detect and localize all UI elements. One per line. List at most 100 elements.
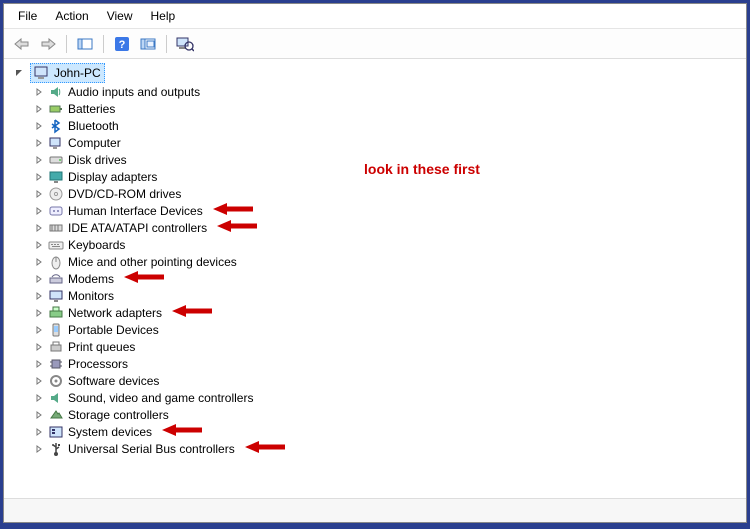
expander-icon[interactable] xyxy=(34,359,44,369)
expander-icon[interactable] xyxy=(34,172,44,182)
computer-icon xyxy=(34,65,50,81)
tree-row[interactable]: System devices xyxy=(34,423,736,440)
category-label: Disk drives xyxy=(68,153,127,167)
show-hidden-button[interactable] xyxy=(73,33,97,55)
tree-row[interactable]: Batteries xyxy=(34,100,736,117)
audio-icon xyxy=(48,84,64,100)
status-bar xyxy=(4,498,746,522)
toolbar-separator xyxy=(166,35,167,53)
tree-row[interactable]: Processors xyxy=(34,355,736,372)
category-label: System devices xyxy=(68,425,152,439)
back-button[interactable] xyxy=(10,33,34,55)
expander-icon[interactable] xyxy=(34,393,44,403)
tree-row[interactable]: Modems xyxy=(34,270,736,287)
annotation-arrow-icon xyxy=(160,422,204,441)
annotation-arrow-icon xyxy=(215,218,259,237)
expander-icon[interactable] xyxy=(34,104,44,114)
menu-action[interactable]: Action xyxy=(47,7,96,25)
category-label: Processors xyxy=(68,357,128,371)
expander-icon[interactable] xyxy=(34,257,44,267)
display-icon xyxy=(48,169,64,185)
tree-row[interactable]: Disk drives xyxy=(34,151,736,168)
mouse-icon xyxy=(48,254,64,270)
help-icon: ? xyxy=(114,36,130,52)
tree-row[interactable]: Display adapters xyxy=(34,168,736,185)
network-icon xyxy=(48,305,64,321)
computer-scan-icon xyxy=(176,36,194,52)
system-icon xyxy=(48,424,64,440)
category-label: Sound, video and game controllers xyxy=(68,391,253,405)
menu-help[interactable]: Help xyxy=(143,7,184,25)
tree-row[interactable]: Print queues xyxy=(34,338,736,355)
panel-icon xyxy=(77,37,93,51)
tree-row[interactable]: Sound, video and game controllers xyxy=(34,389,736,406)
category-label: Mice and other pointing devices xyxy=(68,255,237,269)
svg-text:?: ? xyxy=(119,39,126,51)
tree-row[interactable]: IDE ATA/ATAPI controllers xyxy=(34,219,736,236)
category-label: Universal Serial Bus controllers xyxy=(68,442,235,456)
tree-row[interactable]: Human Interface Devices xyxy=(34,202,736,219)
expander-icon[interactable] xyxy=(14,68,24,78)
expander-icon[interactable] xyxy=(34,206,44,216)
expander-icon[interactable] xyxy=(34,325,44,335)
keyboard-icon xyxy=(48,237,64,253)
expander-icon[interactable] xyxy=(34,223,44,233)
forward-button[interactable] xyxy=(36,33,60,55)
forward-arrow-icon xyxy=(40,37,56,51)
tree-row[interactable]: Monitors xyxy=(34,287,736,304)
menubar: File Action View Help xyxy=(4,4,746,29)
expander-icon[interactable] xyxy=(34,427,44,437)
scan-icon xyxy=(140,37,156,51)
category-label: Print queues xyxy=(68,340,135,354)
tree-row[interactable]: Network adapters xyxy=(34,304,736,321)
toolbar-separator xyxy=(66,35,67,53)
tree-row[interactable]: Storage controllers xyxy=(34,406,736,423)
expander-icon[interactable] xyxy=(34,155,44,165)
expander-icon[interactable] xyxy=(34,342,44,352)
expander-icon[interactable] xyxy=(34,121,44,131)
expander-icon[interactable] xyxy=(34,274,44,284)
monitor-icon xyxy=(48,288,64,304)
tree-row[interactable]: Mice and other pointing devices xyxy=(34,253,736,270)
category-label: Software devices xyxy=(68,374,159,388)
portable-icon xyxy=(48,322,64,338)
expander-icon[interactable] xyxy=(34,444,44,454)
category-label: Computer xyxy=(68,136,121,150)
tree-row[interactable]: Computer xyxy=(34,134,736,151)
help-button[interactable]: ? xyxy=(110,33,134,55)
expander-icon[interactable] xyxy=(34,410,44,420)
tree-row[interactable]: DVD/CD-ROM drives xyxy=(34,185,736,202)
tree-row[interactable]: Universal Serial Bus controllers xyxy=(34,440,736,457)
device-tree[interactable]: John-PC Audio inputs and outputs Batterie… xyxy=(4,59,746,498)
sound-icon xyxy=(48,390,64,406)
category-label: Keyboards xyxy=(68,238,125,252)
expander-icon[interactable] xyxy=(34,240,44,250)
scan-button[interactable] xyxy=(136,33,160,55)
category-label: Display adapters xyxy=(68,170,157,184)
expander-icon[interactable] xyxy=(34,291,44,301)
tree-row[interactable]: Portable Devices xyxy=(34,321,736,338)
tree-row[interactable]: Bluetooth xyxy=(34,117,736,134)
tree-row[interactable]: Software devices xyxy=(34,372,736,389)
menu-file[interactable]: File xyxy=(10,7,45,25)
storage-icon xyxy=(48,407,64,423)
category-label: Batteries xyxy=(68,102,115,116)
expander-icon[interactable] xyxy=(34,87,44,97)
tree-children: Audio inputs and outputs BatteriesBluetoo… xyxy=(34,83,736,457)
tree-row[interactable]: Audio inputs and outputs xyxy=(34,83,736,100)
expander-icon[interactable] xyxy=(34,308,44,318)
category-label: DVD/CD-ROM drives xyxy=(68,187,181,201)
category-label: Audio inputs and outputs xyxy=(68,85,200,99)
bluetooth-icon xyxy=(48,118,64,134)
expander-icon[interactable] xyxy=(34,189,44,199)
category-label: Network adapters xyxy=(68,306,162,320)
expander-icon[interactable] xyxy=(34,376,44,386)
usb-icon xyxy=(48,441,64,457)
category-label: Monitors xyxy=(68,289,114,303)
expander-icon[interactable] xyxy=(34,138,44,148)
tree-row[interactable]: Keyboards xyxy=(34,236,736,253)
update-driver-button[interactable] xyxy=(173,33,197,55)
tree-root[interactable]: John-PC xyxy=(30,63,105,83)
back-arrow-icon xyxy=(14,37,30,51)
menu-view[interactable]: View xyxy=(99,7,141,25)
